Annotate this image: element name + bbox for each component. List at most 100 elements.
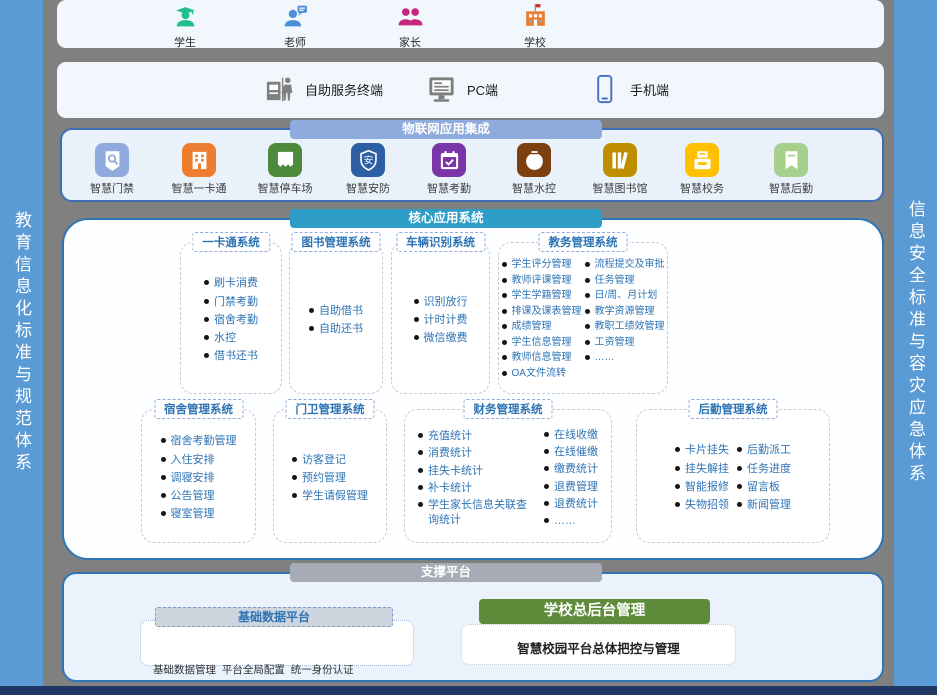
item-label: 学生请假管理: [302, 489, 368, 503]
terminals-row: 自助服务终端PC端手机端: [57, 62, 884, 118]
item-label: 门禁考勤: [214, 295, 258, 309]
list-item: 预约管理: [292, 471, 368, 485]
system-title: 后勤管理系统: [689, 399, 778, 419]
water-control-icon: [517, 143, 551, 177]
bullet-icon: [204, 335, 209, 340]
list-item: 退费统计: [544, 497, 598, 511]
bullet-icon: [544, 518, 549, 523]
item-label: 挂失解挂: [685, 462, 729, 476]
bullet-icon: [292, 493, 297, 498]
list-item: 教师信息管理: [502, 351, 582, 364]
bullet-icon: [585, 340, 590, 345]
list-item: 智能报修: [675, 480, 729, 494]
item-label: 预约管理: [302, 471, 346, 485]
item-label: 充值统计: [428, 429, 472, 443]
list-item: 寝室管理: [161, 507, 237, 521]
system-card: 教务管理系统学生评分管理教师评课管理学生学籍管理排课及课表管理成绩管理学生信息管…: [498, 242, 668, 394]
bullet-icon: [418, 485, 423, 490]
system-body: 访客登记预约管理学生请假管理: [274, 410, 386, 542]
list-item: 自助借书: [309, 304, 363, 318]
item-column: 访客登记预约管理学生请假管理: [292, 422, 368, 534]
iot-label: 智慧后勤: [753, 180, 829, 196]
attendance-icon: [432, 143, 466, 177]
bullet-icon: [292, 475, 297, 480]
item-label: 自助借书: [319, 304, 363, 318]
bullet-icon: [585, 309, 590, 314]
system-body: 刷卡消费门禁考勤宿舍考勤水控借书还书: [181, 243, 281, 393]
item-label: 识别放行: [424, 295, 468, 309]
item-label: ……: [554, 514, 576, 528]
list-item: 补卡统计: [418, 481, 536, 495]
list-item: 教学资源管理: [585, 305, 665, 318]
svg-text:安: 安: [363, 154, 372, 165]
item-label: 刷卡消费: [214, 276, 258, 290]
list-item: 微信缴费: [414, 331, 468, 345]
system-title: 车辆识别系统: [396, 232, 485, 252]
user-school: 学校: [493, 3, 577, 50]
bullet-icon: [675, 502, 680, 507]
list-item: 退费管理: [544, 480, 598, 494]
system-body: 识别放行计时计费微信缴费: [392, 243, 489, 393]
iot-label: 智慧安防: [330, 180, 406, 196]
list-item: 任务管理: [585, 274, 665, 287]
terminal-label: 自助服务终端: [305, 80, 383, 99]
item-label: 计时计费: [424, 313, 468, 327]
bullet-icon: [544, 449, 549, 454]
iot-section-title: 物联网应用集成: [290, 120, 602, 139]
support-section: 支撑平台 基础数据平台 基础数据管理 平台全局配置 统一身份认证 用户账户与权限…: [62, 572, 884, 682]
core-section-title: 核心应用系统: [290, 209, 602, 228]
list-item: 借书还书: [204, 349, 258, 363]
list-item: 挂失解挂: [675, 462, 729, 476]
list-item: 工资管理: [585, 336, 665, 349]
bullet-icon: [502, 309, 507, 314]
item-label: 退费管理: [554, 480, 598, 494]
system-title: 教务管理系统: [539, 232, 628, 252]
item-label: 宿舍考勤管理: [171, 434, 237, 448]
item-label: 任务进度: [747, 462, 791, 476]
list-item: 学生请假管理: [292, 489, 368, 503]
item-label: 工资管理: [595, 336, 635, 349]
system-body: 宿舍考勤管理入住安排调寝安排公告管理寝室管理: [142, 410, 255, 542]
item-column: 后勤派工任务进度留言板新闻管理: [737, 422, 791, 534]
item-column: 刷卡消费门禁考勤宿舍考勤水控借书还书: [204, 255, 258, 385]
item-label: ……: [595, 351, 615, 364]
system-title: 一卡通系统: [192, 232, 270, 252]
item-label: 成绩管理: [512, 320, 552, 333]
list-item: 水控: [204, 331, 258, 345]
list-item: 流程提交及审批: [585, 258, 665, 271]
user-parents: 家长: [368, 3, 452, 50]
user-label: 学校: [493, 34, 577, 50]
bullet-icon: [585, 324, 590, 329]
bullet-icon: [544, 484, 549, 489]
list-item: 日/周、月计划: [585, 289, 665, 302]
user-teacher: 老师: [253, 3, 337, 50]
list-item: ……: [585, 351, 665, 364]
iot-onecard: 智慧一卡通: [161, 143, 237, 196]
list-item: 学生信息管理: [502, 336, 582, 349]
library-icon: [603, 143, 637, 177]
bullet-icon: [544, 432, 549, 437]
item-label: 在线催缴: [554, 445, 598, 459]
terminal-mobile: 手机端: [588, 73, 669, 106]
list-item: 宿舍考勤: [204, 313, 258, 327]
system-body: 自助借书自助还书: [290, 243, 382, 393]
item-label: 挂失卡统计: [428, 464, 483, 478]
bullet-icon: [544, 501, 549, 506]
bullet-icon: [502, 355, 507, 360]
item-label: 寝室管理: [171, 507, 215, 521]
bullet-icon: [585, 278, 590, 283]
list-item: 宿舍考勤管理: [161, 434, 237, 448]
bullet-icon: [414, 335, 419, 340]
list-item: 访客登记: [292, 453, 368, 467]
item-column: 宿舍考勤管理入住安排调寝安排公告管理寝室管理: [161, 422, 237, 534]
item-column: 学生评分管理教师评课管理学生学籍管理排课及课表管理成绩管理学生信息管理教师信息管…: [502, 258, 582, 385]
item-label: 智能报修: [685, 480, 729, 494]
system-title: 门卫管理系统: [286, 399, 375, 419]
bullet-icon: [737, 447, 742, 452]
parents-icon: [368, 3, 452, 35]
system-card: 财务管理系统充值统计消费统计挂失卡统计补卡统计学生家长信息关联查询统计在线收缴在…: [404, 409, 612, 543]
item-label: 调寝安排: [171, 471, 215, 485]
item-label: 消费统计: [428, 446, 472, 460]
list-item: 消费统计: [418, 446, 536, 460]
left-standards-label: 教育信息化标准与规范体系: [9, 211, 34, 475]
